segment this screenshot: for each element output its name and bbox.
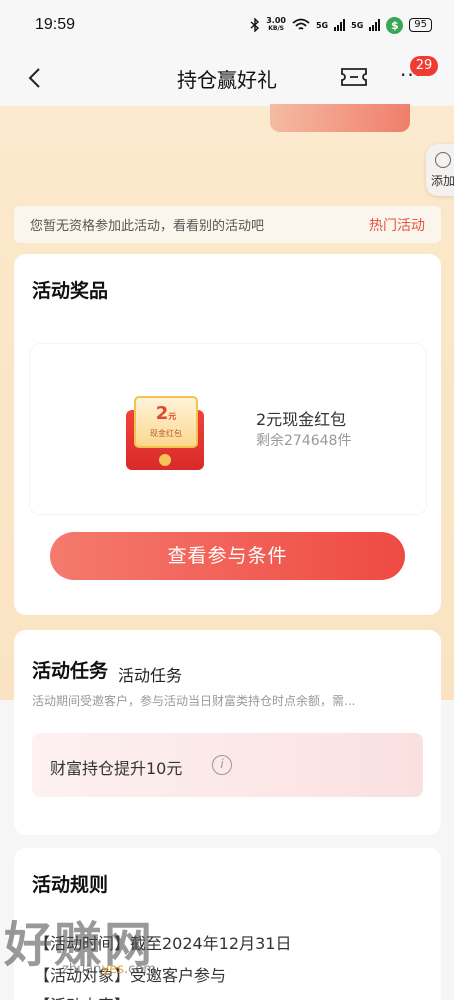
dollar-icon: $ xyxy=(386,16,404,34)
signal1-icon xyxy=(334,19,346,31)
page-title: 持仓赢好礼 xyxy=(177,68,277,92)
wifi-icon xyxy=(292,18,310,30)
add-widget-label: 添加 xyxy=(431,174,454,188)
net-speed-value: 3.00 xyxy=(266,16,286,25)
eligibility-notice: 您暂无资格参加此活动，看看别的活动吧 热门活动 xyxy=(14,206,441,243)
signal1-label: 5G xyxy=(315,20,329,30)
hot-activities-link[interactable]: 热门活动 xyxy=(369,215,425,235)
status-icons: 3.00 KB/S 5G 5G $ 95 xyxy=(250,16,432,34)
signal2-icon xyxy=(369,19,381,31)
envelope-amount-value: 2 xyxy=(155,403,169,424)
task-section-subtitle: 活动任务 xyxy=(118,666,183,685)
prize-remaining: 剩余274648件 xyxy=(256,433,352,449)
info-icon[interactable]: i xyxy=(212,755,232,775)
task-section-title: 活动任务 xyxy=(32,660,109,682)
envelope-seal xyxy=(159,454,171,466)
status-bar: 19:59 3.00 KB/S 5G 5G $ 95 xyxy=(0,0,454,50)
prize-section-title: 活动奖品 xyxy=(32,280,109,302)
prize-item: 2元 现金红包 2元现金红包 剩余274648件 xyxy=(30,344,426,514)
red-envelope-icon: 2元 现金红包 xyxy=(126,394,206,470)
nav-bar: 持仓赢好礼 ··· 29 xyxy=(0,50,454,106)
envelope-card: 2元 现金红包 xyxy=(134,396,198,448)
net-speed-unit: KB/S xyxy=(268,25,284,32)
refresh-icon xyxy=(435,152,451,168)
battery-indicator: 95 xyxy=(409,18,432,32)
bluetooth-icon xyxy=(250,18,260,32)
status-time: 19:59 xyxy=(35,16,76,33)
prize-card: 活动奖品 2元 现金红包 2元现金红包 剩余274648件 查看参与条件 xyxy=(14,254,441,615)
rules-content: 【活动内容】 xyxy=(34,992,130,1000)
task-item: 财富持仓提升10元 i xyxy=(32,733,423,797)
ticket-icon[interactable] xyxy=(340,66,368,88)
watermark-url: zhuanyes.com xyxy=(62,962,156,977)
task-label: 财富持仓提升10元 xyxy=(50,759,183,778)
notification-badge: 29 xyxy=(410,56,438,76)
task-description[interactable]: 活动期间受邀客户，参与活动当日财富类持仓时点余额，需... xyxy=(32,692,424,709)
envelope-label: 现金红包 xyxy=(150,429,182,438)
rules-section-title: 活动规则 xyxy=(32,874,109,896)
notice-text: 您暂无资格参加此活动，看看别的活动吧 xyxy=(30,219,265,234)
add-widget-button[interactable]: 添加 xyxy=(426,144,454,196)
envelope-amount: 2元 xyxy=(136,402,196,429)
watermark-url-prefix: zhuan xyxy=(62,962,102,977)
watermark-url-suffix: .com xyxy=(123,962,156,977)
task-card: 活动任务 活动任务 活动期间受邀客户，参与活动当日财富类持仓时点余额，需... … xyxy=(14,630,441,835)
watermark-url-highlight: yes xyxy=(101,962,124,977)
signal2-label: 5G xyxy=(351,20,364,30)
view-conditions-button[interactable]: 查看参与条件 xyxy=(50,532,405,580)
prize-name: 2元现金红包 xyxy=(256,410,347,429)
network-speed: 3.00 KB/S xyxy=(266,17,286,33)
gift-box-illustration xyxy=(270,104,410,132)
envelope-amount-unit: 元 xyxy=(168,412,177,421)
